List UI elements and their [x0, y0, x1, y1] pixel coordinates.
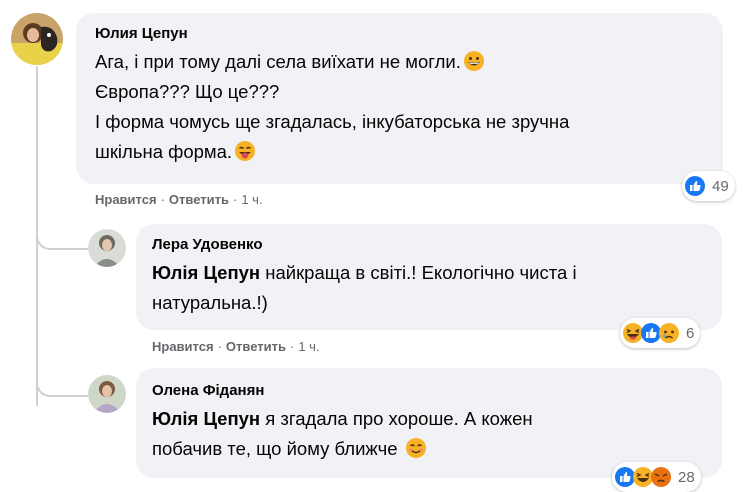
thread-branch	[36, 228, 88, 250]
comment-line: шкільна форма.	[95, 137, 569, 167]
reactions-summary[interactable]: 6	[620, 318, 701, 348]
reaction-count: 6	[686, 324, 695, 342]
comment-line: Юлія Цепун я згадала про хороше. А кожен	[152, 408, 533, 429]
avatar-yulia[interactable]	[11, 13, 63, 65]
comment-actions: Нравится · Ответить · 1 ч.	[152, 339, 320, 354]
comment-line: натуральна.!)	[152, 292, 268, 313]
smiling-face-icon	[405, 437, 427, 459]
comment-time[interactable]: 1 ч.	[298, 339, 319, 354]
angry-reaction-icon	[650, 466, 672, 488]
comment-line: І форма чомусь ще згадалась, інкубаторсь…	[95, 111, 570, 132]
comment-actions: Нравится · Ответить · 1 ч.	[95, 192, 263, 207]
comment-author[interactable]: Лера Удовенко	[152, 236, 263, 253]
tongue-face-icon	[234, 140, 256, 162]
reaction-count: 49	[712, 177, 729, 195]
avatar-lera[interactable]	[88, 229, 126, 267]
avatar-olena[interactable]	[88, 375, 126, 413]
mention-link[interactable]: Юлія Цепун	[152, 408, 260, 429]
comment-time[interactable]: 1 ч.	[241, 192, 262, 207]
comment-line: Європа??? Що це???	[95, 81, 280, 102]
grinning-face-icon	[463, 50, 485, 72]
mention-link[interactable]: Юлія Цепун	[152, 262, 260, 283]
comment-author[interactable]: Олена Фіданян	[152, 382, 264, 399]
comment-text: Юлія Цепун я згадала про хороше. А кожен…	[152, 404, 533, 464]
reactions-summary[interactable]: 28	[612, 462, 701, 492]
reactions-summary[interactable]: 49	[682, 171, 735, 201]
like-link[interactable]: Нравится	[152, 339, 214, 354]
comment-line: Юлія Цепун найкраща в світі.! Екологічно…	[152, 262, 577, 283]
sad-reaction-icon	[658, 322, 680, 344]
reply-link[interactable]: Ответить	[226, 339, 286, 354]
like-link[interactable]: Нравится	[95, 192, 157, 207]
thread-branch	[36, 375, 88, 397]
comment-author[interactable]: Юлия Цепун	[95, 25, 188, 42]
comment-line: Ага, і при тому далі села виїхати не мог…	[95, 47, 569, 77]
comment-text: Юлія Цепун найкраща в світі.! Екологічно…	[152, 258, 577, 318]
comment-text: Ага, і при тому далі села виїхати не мог…	[95, 47, 569, 167]
like-reaction-icon	[684, 175, 706, 197]
reaction-count: 28	[678, 468, 695, 486]
comment-line: побачив те, що йому ближче	[152, 434, 533, 464]
reply-link[interactable]: Ответить	[169, 192, 229, 207]
